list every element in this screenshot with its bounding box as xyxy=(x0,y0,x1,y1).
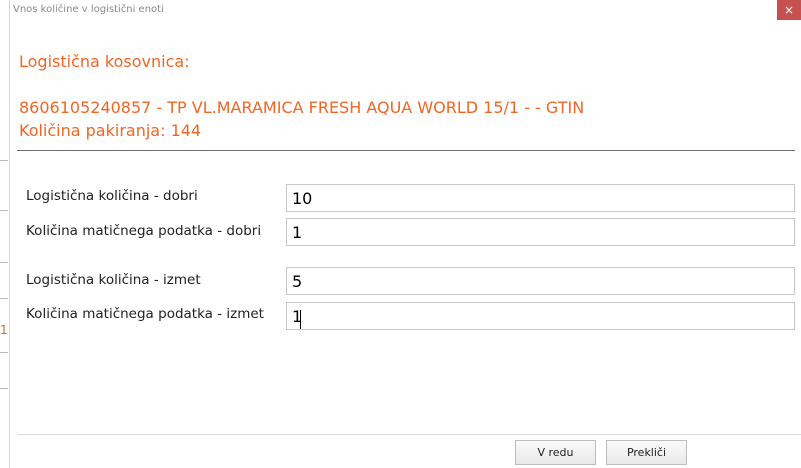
bom-heading: Logistična kosovnica: xyxy=(19,52,190,71)
scrap-logistic-quantity-input[interactable] xyxy=(286,267,795,295)
background-divider xyxy=(0,262,8,263)
cancel-button[interactable]: Prekliči xyxy=(606,440,687,465)
ok-button[interactable]: V redu xyxy=(515,440,596,465)
good-logistic-quantity-input[interactable] xyxy=(286,184,795,212)
dialog-titlebar[interactable]: Vnos količine v logistični enoti × xyxy=(10,0,801,20)
background-divider xyxy=(0,388,8,389)
scrap-logistic-quantity-label: Logistična količina - izmet xyxy=(26,272,201,288)
close-icon: × xyxy=(783,3,795,17)
screen: 1 Vnos količine v logistični enoti × Log… xyxy=(0,0,801,468)
good-master-quantity-label: Količina matičnega podatka - dobri xyxy=(26,223,262,239)
close-button[interactable]: × xyxy=(777,0,801,20)
scrap-master-quantity-label: Količina matičnega podatka - izmet xyxy=(26,306,264,322)
good-master-quantity-input[interactable] xyxy=(286,218,795,246)
background-divider xyxy=(0,210,8,211)
dialog-title: Vnos količine v logistični enoti xyxy=(13,4,164,15)
header-separator xyxy=(17,150,795,151)
text-cursor xyxy=(300,310,301,329)
pack-quantity: Količina pakiranja: 144 xyxy=(19,121,202,140)
good-logistic-quantity-label: Logistična količina - dobri xyxy=(26,188,198,204)
item-description: 8606105240857 - TP VL.MARAMICA FRESH AQU… xyxy=(19,98,585,117)
background-divider xyxy=(0,352,8,353)
quantity-dialog: Vnos količine v logistični enoti × Logis… xyxy=(9,0,801,468)
footer-separator xyxy=(17,434,801,435)
scrap-master-quantity-input[interactable] xyxy=(286,302,795,330)
background-divider xyxy=(0,298,8,299)
background-divider xyxy=(0,160,8,161)
